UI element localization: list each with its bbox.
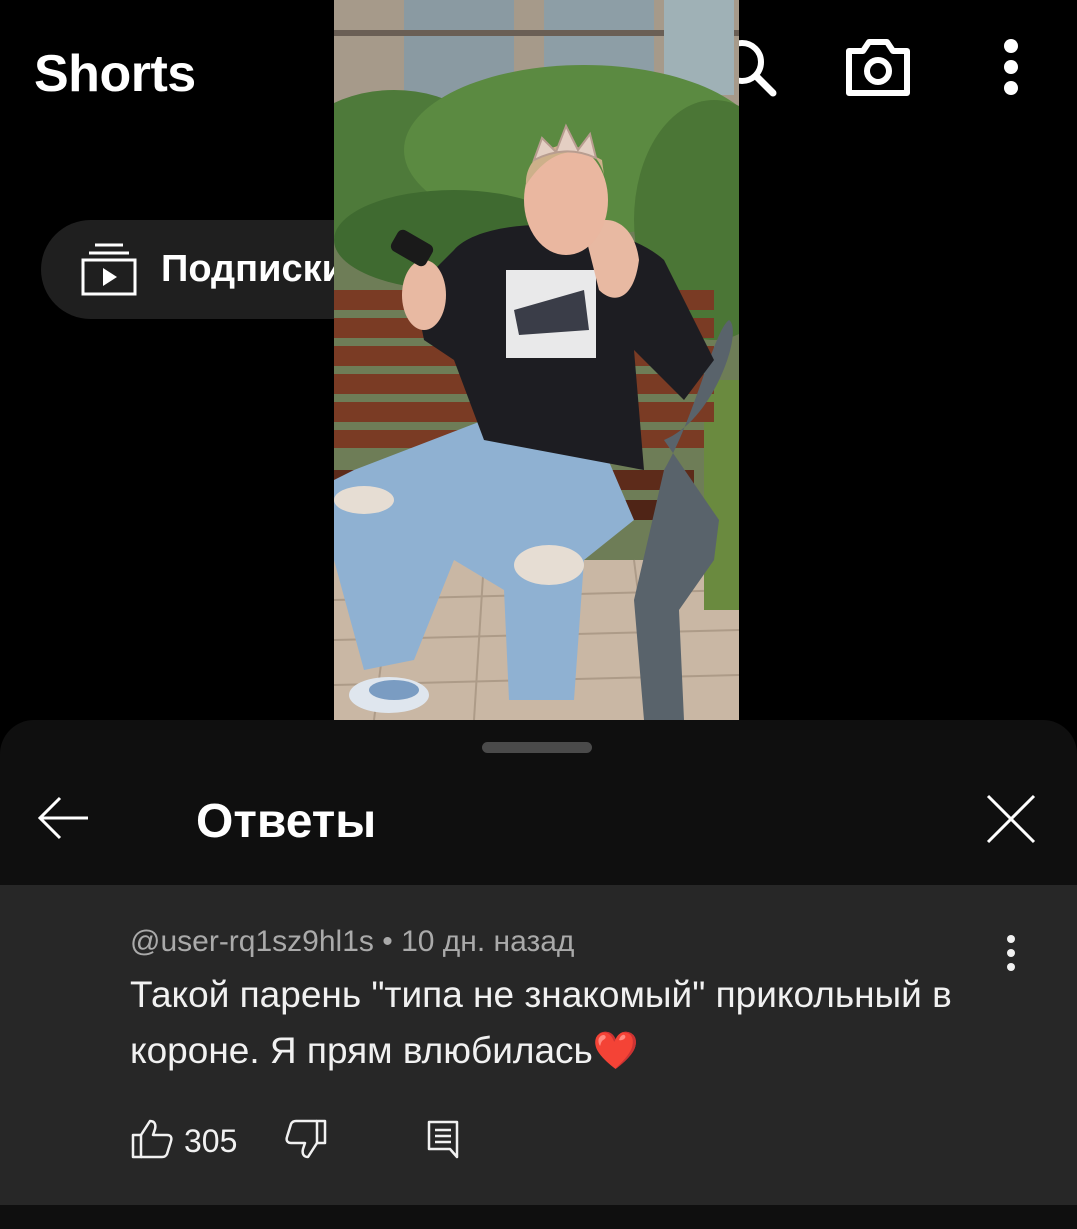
subscriptions-label: Подписки	[161, 248, 345, 290]
more-options-button[interactable]	[976, 32, 1046, 102]
replies-sheet: Ответы @user-rq1sz9hl1s • 10 дн. назад Т…	[0, 720, 1077, 1229]
sheet-footer	[0, 1205, 1077, 1229]
comment-meta: @user-rq1sz9hl1s • 10 дн. назад	[130, 925, 574, 959]
dislike-button[interactable]	[282, 1117, 328, 1161]
app-title: Shorts	[34, 45, 196, 103]
video-frame	[334, 0, 739, 720]
comment-body: Такой парень "типа не знакомый" прикольн…	[130, 974, 952, 1071]
like-icon	[131, 1119, 173, 1159]
comment-time: 10 дн. назад	[401, 925, 575, 958]
short-video-player[interactable]	[334, 0, 739, 720]
comment-text: Такой парень "типа не знакомый" прикольн…	[130, 967, 1020, 1079]
camera-button[interactable]	[843, 32, 913, 102]
sheet-title: Ответы	[196, 795, 377, 848]
reply-icon	[427, 1120, 459, 1159]
close-icon	[986, 794, 1036, 844]
dislike-icon	[285, 1119, 327, 1159]
meta-separator: •	[373, 925, 402, 958]
reply-comment: @user-rq1sz9hl1s • 10 дн. назад Такой па…	[0, 885, 1077, 1205]
subscriptions-icon	[81, 243, 137, 296]
like-button[interactable]	[130, 1117, 174, 1161]
heart-emoji: ❤️	[592, 1030, 639, 1071]
arrow-left-icon	[37, 796, 88, 840]
back-button[interactable]	[34, 790, 94, 846]
comment-author[interactable]: @user-rq1sz9hl1s	[130, 925, 374, 958]
camera-icon	[846, 39, 910, 96]
like-count: 305	[184, 1123, 238, 1159]
close-button[interactable]	[984, 792, 1038, 846]
more-vert-icon	[1004, 39, 1018, 95]
drag-handle[interactable]	[482, 742, 592, 753]
reply-button[interactable]	[426, 1119, 460, 1159]
